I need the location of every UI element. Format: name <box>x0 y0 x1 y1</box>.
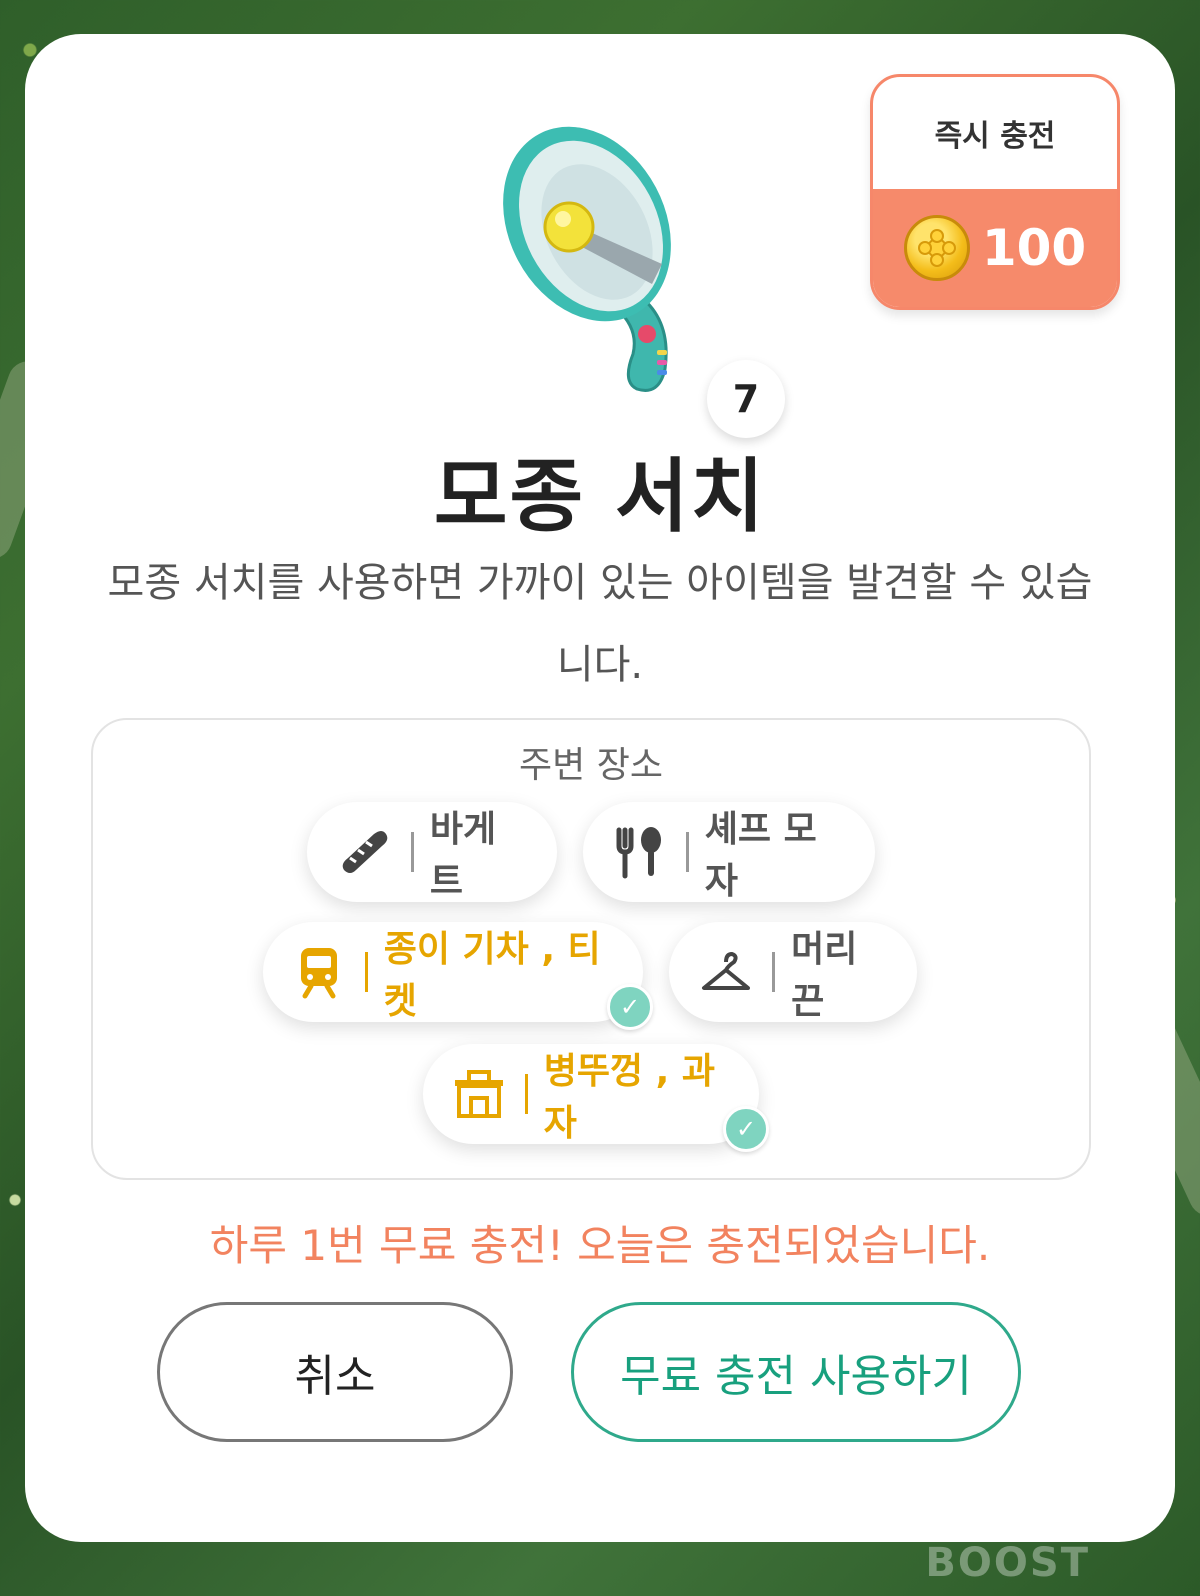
place-chip-paper-train[interactable]: 종이 기차 , 티켓 <box>263 922 643 1022</box>
megaphone-icon <box>487 104 717 404</box>
chip-label: 머리끈 <box>791 929 858 1022</box>
use-free-recharge-button[interactable]: 무료 충전 사용하기 <box>571 1302 1021 1442</box>
hanger-icon <box>697 943 754 1001</box>
chip-separator <box>365 952 368 992</box>
item-count-badge: 7 <box>707 360 785 438</box>
recharge-title: 즉시 충전 <box>934 119 1056 154</box>
chip-label: 종이 기차 , 티켓 <box>383 929 601 1022</box>
recharge-price-value: 100 <box>981 219 1087 277</box>
train-icon <box>291 943 347 1001</box>
item-description: 모종 서치를 사용하면 가까이 있는 아이템을 발견할 수 있습니다. <box>107 560 1093 688</box>
chip-separator <box>525 1074 528 1114</box>
chip-label: 셰프 모자 <box>704 809 817 902</box>
item-modal: 즉시 충전 100 7 모종 서치 모종 서치를 사용하면 가까이 있는 아이템… <box>25 34 1175 1542</box>
place-chip-hair-tie[interactable]: 머리끈 <box>669 922 917 1022</box>
place-chip-baguette[interactable]: 바게트 <box>307 802 557 902</box>
recharge-notice: 하루 1번 무료 충전! 오늘은 충전되었습니다. <box>209 1221 991 1270</box>
fork-spoon-icon <box>611 823 668 881</box>
shop-icon <box>451 1065 507 1123</box>
check-icon: ✓ <box>607 984 653 1030</box>
cancel-button[interactable]: 취소 <box>157 1302 513 1442</box>
chip-separator <box>772 952 776 992</box>
nearby-places-title: 주변 장소 <box>519 745 663 786</box>
item-title: 모종 서치 <box>433 450 767 543</box>
baguette-icon <box>335 823 393 881</box>
watermark: BOOST <box>925 1540 1090 1586</box>
check-icon: ✓ <box>723 1106 769 1152</box>
coin-icon <box>903 215 970 281</box>
chip-separator <box>685 832 689 872</box>
chip-label: 바게트 <box>429 809 497 902</box>
recharge-price: 100 <box>873 189 1117 307</box>
place-chip-chef-hat[interactable]: 셰프 모자 <box>583 802 875 902</box>
chip-label: 병뚜껑 , 과자 <box>543 1051 715 1144</box>
place-chip-bottle-cap[interactable]: 병뚜껑 , 과자 <box>423 1044 759 1144</box>
chip-separator <box>410 832 414 872</box>
nearby-places-panel: 주변 장소 바게트 셰프 모자 종이 기차 , 티켓 ✓ 머리끈 병뚜껑 , 과… <box>91 718 1091 1180</box>
instant-recharge-button[interactable]: 즉시 충전 100 <box>870 74 1120 310</box>
